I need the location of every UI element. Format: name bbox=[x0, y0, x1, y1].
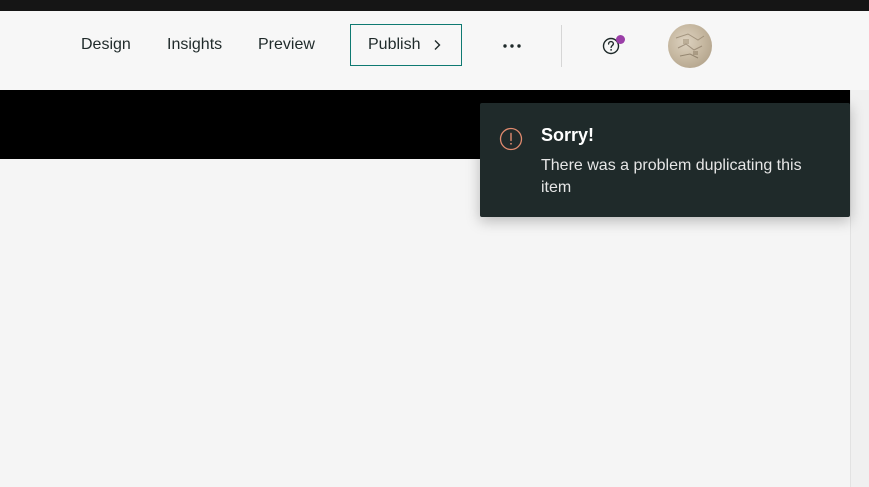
more-options-button[interactable] bbox=[494, 31, 530, 59]
user-avatar[interactable] bbox=[668, 24, 712, 68]
more-horizontal-icon bbox=[502, 36, 522, 54]
alert-circle-icon bbox=[499, 127, 523, 151]
publish-button[interactable]: Publish bbox=[350, 24, 462, 66]
right-scroll-rail[interactable] bbox=[850, 90, 869, 487]
app-header: Design Insights Preview Publish bbox=[0, 11, 869, 90]
error-toast: Sorry! There was a problem duplicating t… bbox=[480, 103, 850, 217]
help-circle-icon bbox=[598, 37, 624, 63]
notification-dot bbox=[616, 35, 625, 44]
header-divider bbox=[561, 25, 562, 67]
nav-insights-link[interactable]: Insights bbox=[167, 11, 222, 79]
chevron-right-icon bbox=[432, 39, 442, 51]
window-top-strip bbox=[0, 0, 869, 11]
toast-title: Sorry! bbox=[541, 125, 595, 145]
publish-button-label: Publish bbox=[368, 36, 421, 53]
nav-design-link[interactable]: Design bbox=[81, 11, 131, 79]
avatar-image bbox=[675, 33, 705, 59]
toast-message: There was a problem duplicating this ite… bbox=[541, 157, 802, 196]
nav-preview-link[interactable]: Preview bbox=[258, 11, 315, 79]
